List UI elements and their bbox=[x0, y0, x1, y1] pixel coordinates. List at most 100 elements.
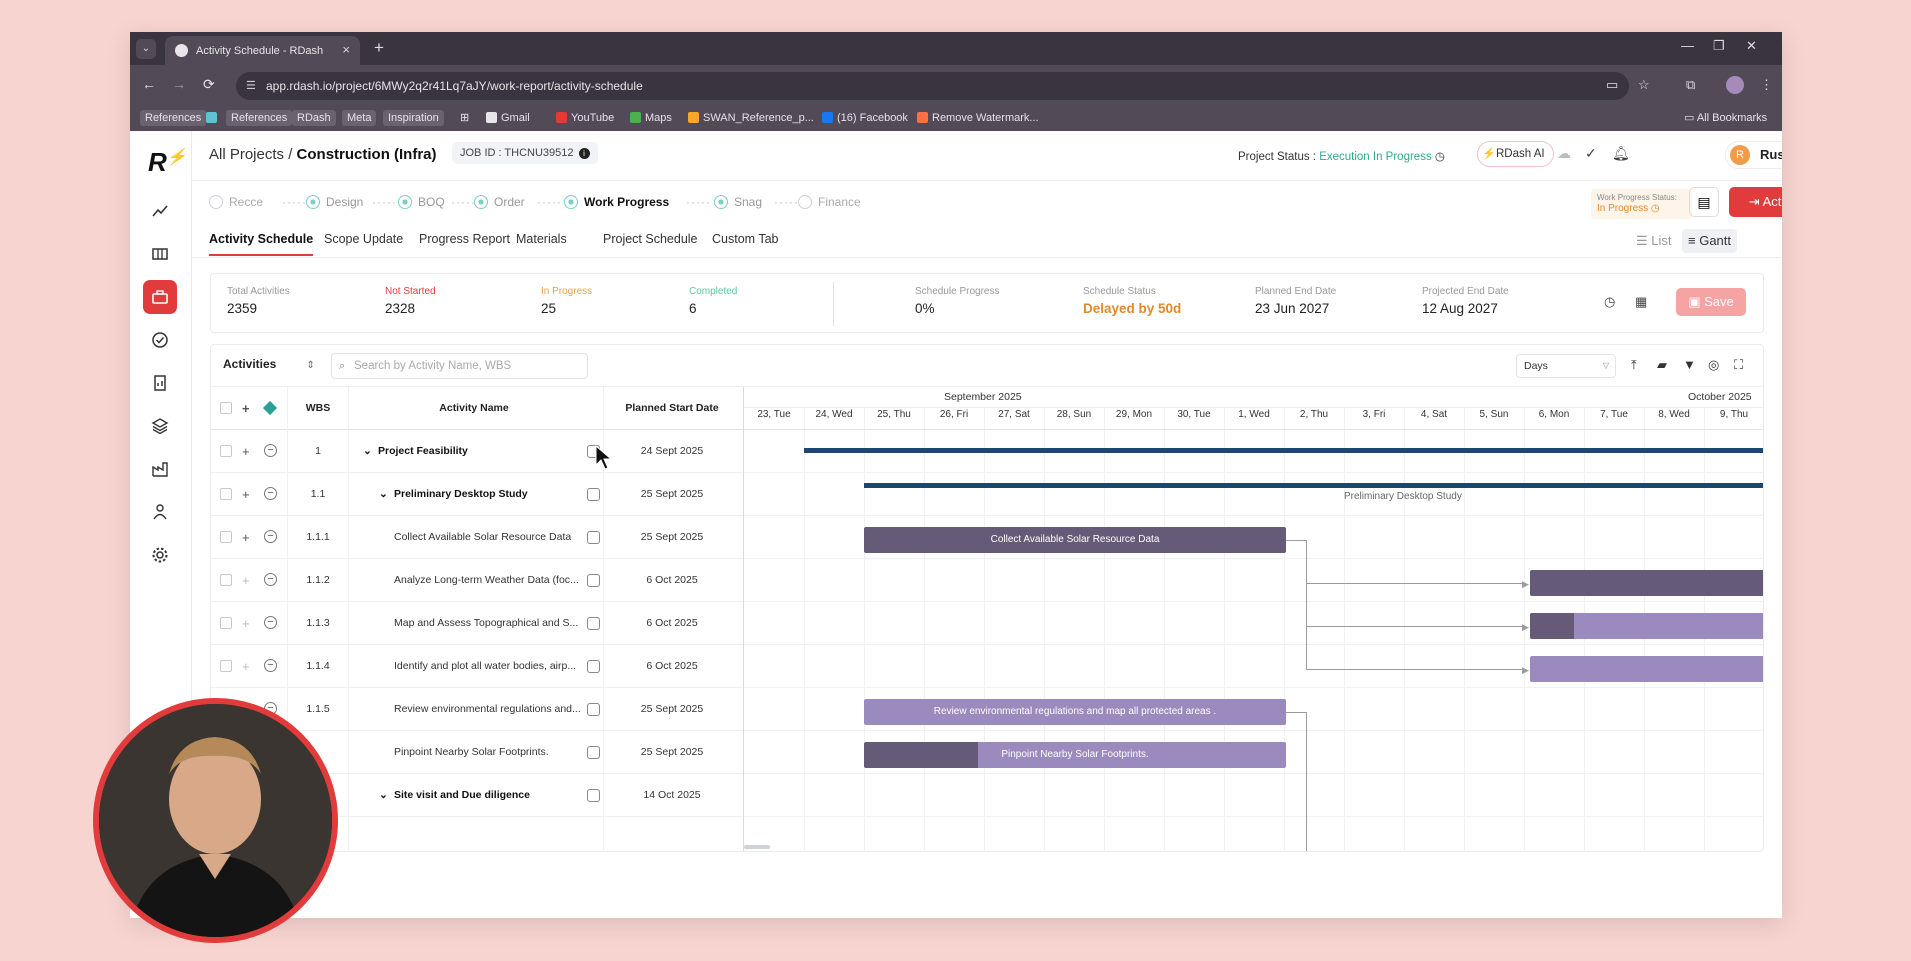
notification-bell-icon[interactable]: 🔔︎ bbox=[1612, 145, 1630, 162]
apps-grid-icon[interactable]: ⊞ bbox=[460, 110, 469, 126]
comment-icon[interactable] bbox=[587, 660, 600, 673]
row-checkbox[interactable] bbox=[220, 445, 232, 457]
extensions-icon[interactable]: ⧉ bbox=[1686, 77, 1695, 93]
comment-icon[interactable] bbox=[587, 617, 600, 630]
summary-bar-preliminary[interactable] bbox=[864, 483, 1763, 488]
comment-icon[interactable] bbox=[587, 746, 600, 759]
bookmark-item[interactable]: Inspiration bbox=[383, 110, 444, 126]
history-icon[interactable]: ◷ bbox=[1604, 294, 1615, 310]
forward-icon[interactable]: → bbox=[172, 76, 186, 92]
close-tab-icon[interactable]: × bbox=[342, 42, 350, 57]
image-icon[interactable]: ▰ bbox=[1657, 357, 1667, 373]
tab-scope-update[interactable]: Scope Update bbox=[324, 232, 403, 246]
profile-avatar[interactable] bbox=[1726, 76, 1744, 94]
expand-chevron-icon[interactable]: ⌄ bbox=[379, 774, 388, 817]
add-child-icon[interactable]: + bbox=[242, 559, 250, 602]
user-menu[interactable]: R Rushal ▼ bbox=[1725, 141, 1782, 169]
bar-analyze-weather[interactable] bbox=[1530, 570, 1763, 596]
rdash-ai-button[interactable]: RDash AI bbox=[1477, 141, 1554, 167]
add-icon[interactable]: + bbox=[242, 387, 250, 430]
cloud-sync-icon[interactable]: ☁ bbox=[1557, 145, 1571, 162]
bookmark-item[interactable]: YouTube bbox=[556, 110, 614, 126]
bookmark-item[interactable]: Gmail bbox=[486, 110, 530, 126]
row-checkbox[interactable] bbox=[220, 617, 232, 629]
analytics-icon[interactable] bbox=[143, 194, 177, 228]
step-boq[interactable]: BOQ bbox=[398, 195, 445, 209]
table-row[interactable]: + − 1.1 ⌄ Preliminary Desktop Study 25 Se… bbox=[211, 473, 743, 516]
close-window-icon[interactable]: ✕ bbox=[1746, 38, 1757, 54]
comment-icon[interactable] bbox=[587, 531, 600, 544]
table-row[interactable]: + − 1.1.2 Analyze Long-term Weather Data … bbox=[211, 559, 743, 602]
filter-icon[interactable]: ▼ bbox=[1683, 357, 1696, 372]
minimize-icon[interactable]: — bbox=[1681, 38, 1694, 53]
table-row[interactable]: + − 1.1.4 Identify and plot all water bod… bbox=[211, 645, 743, 688]
list-view-button[interactable]: ☰ List bbox=[1630, 229, 1678, 253]
site-info-icon[interactable]: ☰ bbox=[246, 72, 256, 100]
expand-chevron-icon[interactable]: ⌄ bbox=[363, 430, 372, 473]
milestone-diamond-icon[interactable] bbox=[262, 400, 278, 416]
calendar-icon[interactable]: ▦ bbox=[1635, 294, 1647, 310]
bookmark-item[interactable]: Meta bbox=[342, 110, 377, 126]
comments-button[interactable]: ▤ bbox=[1689, 187, 1719, 217]
step-recce[interactable]: Recce bbox=[209, 195, 263, 209]
bookmark-item[interactable]: References bbox=[226, 110, 293, 126]
menu-icon[interactable]: ⋮ bbox=[1760, 77, 1773, 93]
check-circle-icon[interactable] bbox=[143, 323, 177, 357]
add-child-icon[interactable]: + bbox=[242, 430, 250, 473]
bookmark-item[interactable]: RDash bbox=[292, 110, 336, 126]
back-icon[interactable]: ← bbox=[142, 76, 156, 92]
install-app-icon[interactable]: ▭ bbox=[1606, 77, 1618, 93]
add-child-icon[interactable]: + bbox=[242, 473, 250, 516]
new-tab-button[interactable]: + bbox=[374, 38, 384, 58]
board-icon[interactable] bbox=[143, 237, 177, 271]
team-icon[interactable] bbox=[143, 495, 177, 529]
table-row[interactable]: + − 1 ⌄ Project Feasibility 24 Sept 2025 bbox=[211, 430, 743, 473]
step-snag[interactable]: Snag bbox=[714, 195, 762, 209]
step-design[interactable]: Design bbox=[306, 195, 363, 209]
remove-icon[interactable]: − bbox=[264, 659, 277, 672]
comment-icon[interactable] bbox=[587, 789, 600, 802]
bookmark-item[interactable] bbox=[206, 110, 221, 126]
tab-materials[interactable]: Materials bbox=[516, 232, 567, 246]
row-checkbox[interactable] bbox=[220, 574, 232, 586]
bar-review-environmental[interactable]: Review environmental regulations and map… bbox=[864, 699, 1286, 725]
gantt-view-button[interactable]: ≡ Gantt bbox=[1682, 229, 1737, 253]
comment-icon[interactable] bbox=[587, 488, 600, 501]
tab-activity-schedule[interactable]: Activity Schedule bbox=[209, 232, 314, 256]
step-work-progress[interactable]: Work Progress bbox=[564, 195, 669, 209]
restore-icon[interactable]: ❐ bbox=[1713, 38, 1725, 54]
report-icon[interactable] bbox=[143, 366, 177, 400]
breadcrumb-all-projects[interactable]: All Projects / bbox=[209, 146, 292, 163]
url-field[interactable]: ☰ app.rdash.io/project/6MWy2q2r41Lq7aJY/… bbox=[236, 72, 1629, 100]
target-icon[interactable]: ◎ bbox=[1708, 357, 1719, 373]
select-all-checkbox[interactable] bbox=[220, 402, 232, 414]
history-icon[interactable]: ◷ bbox=[1435, 151, 1445, 163]
browser-tab[interactable]: Activity Schedule - RDash × bbox=[165, 36, 360, 65]
column-header-planned-start[interactable]: Planned Start Date bbox=[603, 387, 741, 430]
summary-bar-project-feasibility[interactable] bbox=[804, 448, 1763, 453]
table-row[interactable]: + − 1.1.3 Map and Assess Topographical an… bbox=[211, 602, 743, 645]
bar-collect-data[interactable]: Collect Available Solar Resource Data bbox=[864, 527, 1286, 553]
activities-select[interactable]: Activities ⇕ bbox=[223, 357, 315, 371]
remove-icon[interactable]: − bbox=[264, 487, 277, 500]
rdash-logo[interactable]: R⚡ bbox=[148, 147, 187, 178]
bookmark-star-icon[interactable]: ☆ bbox=[1638, 77, 1650, 93]
remove-icon[interactable]: − bbox=[264, 616, 277, 629]
bar-identify-water[interactable] bbox=[1530, 656, 1763, 682]
step-order[interactable]: Order bbox=[474, 195, 525, 209]
tab-custom[interactable]: Custom Tab bbox=[712, 232, 778, 246]
bookmark-item[interactable]: References bbox=[140, 110, 207, 126]
layers-icon[interactable] bbox=[143, 409, 177, 443]
bookmark-item[interactable]: (16) Facebook bbox=[822, 110, 908, 126]
remove-icon[interactable]: − bbox=[264, 444, 277, 457]
bar-map-topographical[interactable] bbox=[1530, 613, 1763, 639]
work-progress-status[interactable]: Work Progress Status: In Progress ◷ bbox=[1591, 189, 1692, 219]
row-checkbox[interactable] bbox=[220, 660, 232, 672]
task-check-icon[interactable]: ✓ bbox=[1585, 145, 1597, 162]
actions-button[interactable]: ⇥ Actions bbox=[1729, 187, 1782, 217]
row-checkbox[interactable] bbox=[220, 488, 232, 500]
bookmark-item[interactable]: Maps bbox=[630, 110, 672, 126]
expand-chevron-icon[interactable]: ⌄ bbox=[379, 473, 388, 516]
tab-project-schedule[interactable]: Project Schedule bbox=[603, 232, 698, 246]
add-child-icon[interactable]: + bbox=[242, 645, 250, 688]
